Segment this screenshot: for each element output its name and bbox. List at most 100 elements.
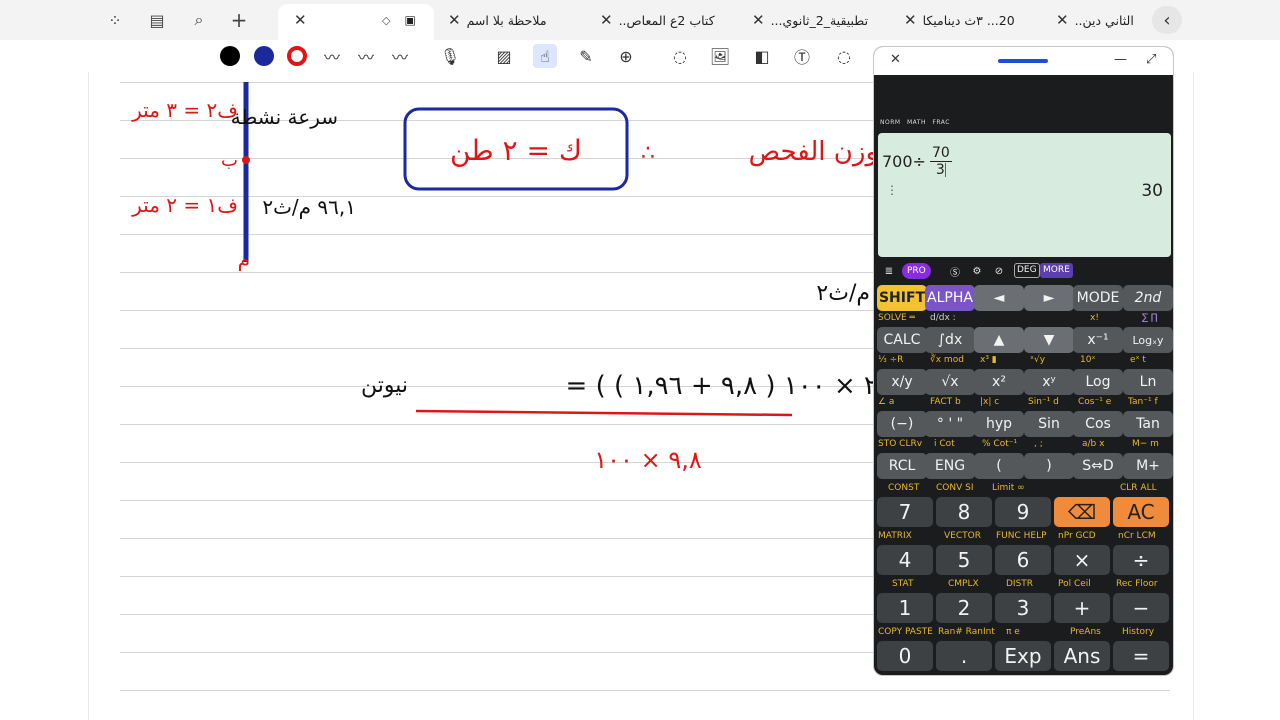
key-7[interactable]: 7 bbox=[877, 497, 933, 527]
key-1[interactable]: 1 bbox=[877, 593, 933, 623]
key-decimal[interactable]: . bbox=[936, 641, 992, 671]
close-icon[interactable]: ✕ bbox=[890, 52, 901, 67]
key-fraction[interactable]: x/y bbox=[877, 369, 927, 395]
right-margin bbox=[1194, 40, 1280, 720]
key-calc[interactable]: CALC bbox=[877, 327, 927, 353]
key-degree[interactable]: ° ' " bbox=[925, 411, 975, 437]
key-shift[interactable]: SHIFT bbox=[877, 285, 927, 311]
key-ans[interactable]: Ans bbox=[1054, 641, 1110, 671]
key-negate[interactable]: (−) bbox=[877, 411, 927, 437]
pen-icon[interactable]: 〰 bbox=[354, 44, 378, 68]
pen-color-black[interactable] bbox=[220, 46, 240, 66]
sigma-icon[interactable]: Ⓢ bbox=[946, 263, 964, 279]
key-log[interactable]: Log bbox=[1073, 369, 1123, 395]
key-9[interactable]: 9 bbox=[995, 497, 1051, 527]
more-badge[interactable]: MORE bbox=[1040, 263, 1073, 278]
close-icon[interactable]: ✕ bbox=[448, 11, 461, 29]
calculator-display[interactable]: 700÷ 70 3 ⋮ 30 bbox=[878, 133, 1171, 257]
key-logxy[interactable]: Logₓy bbox=[1123, 327, 1173, 353]
key-3[interactable]: 3 bbox=[995, 593, 1051, 623]
hatch-icon[interactable]: ▨ bbox=[492, 44, 516, 68]
key-tan[interactable]: Tan bbox=[1123, 411, 1173, 437]
key-sqrt[interactable]: √x bbox=[925, 369, 975, 395]
tab-second[interactable]: ✕ الثاني دين.. bbox=[1056, 0, 1134, 40]
key-inverse[interactable]: x⁻¹ bbox=[1073, 327, 1123, 353]
tab-applied[interactable]: ✕ تطبيقية_2_ثانوي... bbox=[752, 0, 868, 40]
key-minus[interactable]: − bbox=[1113, 593, 1169, 623]
touch-icon[interactable]: ☝ bbox=[533, 44, 557, 68]
pointer-icon[interactable]: ✎ bbox=[574, 44, 598, 68]
key-sin[interactable]: Sin bbox=[1024, 411, 1074, 437]
diamond-icon: ◇ bbox=[382, 13, 391, 27]
key-square[interactable]: x² bbox=[974, 369, 1024, 395]
key-0[interactable]: 0 bbox=[877, 641, 933, 671]
minimize-icon[interactable]: — bbox=[1114, 52, 1127, 67]
pro-badge[interactable]: PRO bbox=[902, 263, 931, 279]
gear-icon[interactable]: ⚙ bbox=[968, 263, 986, 279]
sidebar-icon[interactable]: ▤ bbox=[142, 6, 172, 34]
key-mode[interactable]: MODE bbox=[1073, 285, 1123, 311]
circle-select-icon[interactable]: ◌ bbox=[832, 44, 856, 68]
percent-icon[interactable]: ⊘ bbox=[990, 263, 1008, 279]
menu-icon[interactable]: ≣ bbox=[880, 263, 898, 279]
key-eng[interactable]: ENG bbox=[925, 453, 975, 479]
key-hyp[interactable]: hyp bbox=[974, 411, 1024, 437]
resize-icon[interactable]: ⤢ bbox=[1146, 52, 1156, 67]
key-6[interactable]: 6 bbox=[995, 545, 1051, 575]
key-ln[interactable]: Ln bbox=[1123, 369, 1173, 395]
tab-untitled-note[interactable]: ✕ ملاحظة بلا اسم bbox=[448, 0, 547, 40]
mic-icon[interactable]: 🎙 bbox=[438, 44, 462, 68]
note-equation-denominator: ٩,٨ × ١٠٠ bbox=[594, 446, 702, 474]
key-exp[interactable]: Exp bbox=[995, 641, 1051, 671]
drag-handle[interactable] bbox=[998, 59, 1048, 63]
calculator-header[interactable]: ✕ — ⤢ bbox=[874, 47, 1173, 75]
key-integral[interactable]: ∫dx bbox=[925, 327, 975, 353]
search-icon[interactable]: ⌕ bbox=[184, 6, 214, 34]
tab-book[interactable]: ✕ كتاب 2ع المعاص.. bbox=[600, 0, 715, 40]
key-close-paren[interactable]: ) bbox=[1024, 453, 1074, 479]
key-backspace[interactable]: ⌫ bbox=[1054, 497, 1110, 527]
add-icon[interactable]: + bbox=[224, 6, 254, 34]
key-open-paren[interactable]: ( bbox=[974, 453, 1024, 479]
key-cos[interactable]: Cos bbox=[1073, 411, 1123, 437]
key-4[interactable]: 4 bbox=[877, 545, 933, 575]
deg-badge[interactable]: DEG bbox=[1014, 263, 1040, 278]
pen-icon[interactable]: 〰 bbox=[388, 44, 412, 68]
key-down[interactable]: ▼ bbox=[1024, 327, 1074, 353]
key-8[interactable]: 8 bbox=[936, 497, 992, 527]
more-vert-icon[interactable]: ⋮ bbox=[886, 183, 898, 197]
key-rcl[interactable]: RCL bbox=[877, 453, 927, 479]
close-icon[interactable]: ✕ bbox=[904, 11, 917, 29]
pen-color-red[interactable] bbox=[287, 46, 307, 66]
pen-color-blue[interactable] bbox=[254, 46, 274, 66]
tab-title: 20... ٣ث ديناميكا bbox=[922, 12, 1015, 28]
zoom-icon[interactable]: ⊕ bbox=[614, 44, 638, 68]
key-up[interactable]: ▲ bbox=[974, 327, 1024, 353]
key-equals[interactable]: = bbox=[1113, 641, 1169, 671]
close-icon[interactable]: ✕ bbox=[752, 11, 765, 29]
tab-active-close[interactable]: ✕ bbox=[294, 0, 313, 40]
key-multiply[interactable]: × bbox=[1054, 545, 1110, 575]
tab-dynamics[interactable]: ✕ 20... ٣ث ديناميكا bbox=[904, 0, 1015, 40]
key-mplus[interactable]: M+ bbox=[1123, 453, 1173, 479]
key-2[interactable]: 2 bbox=[936, 593, 992, 623]
lasso-icon[interactable]: ◌ bbox=[668, 44, 692, 68]
key-alpha[interactable]: ALPHA bbox=[925, 285, 975, 311]
key-divide[interactable]: ÷ bbox=[1113, 545, 1169, 575]
key-2nd[interactable]: 2nd bbox=[1123, 285, 1173, 311]
key-right[interactable]: ► bbox=[1024, 285, 1074, 311]
key-ac[interactable]: AC bbox=[1113, 497, 1169, 527]
key-sd[interactable]: S⇔D bbox=[1073, 453, 1123, 479]
key-plus[interactable]: + bbox=[1054, 593, 1110, 623]
grid-icon[interactable]: ⁘ bbox=[100, 6, 130, 34]
pen-icon[interactable]: 〰 bbox=[320, 44, 344, 68]
close-icon[interactable]: ✕ bbox=[1056, 11, 1069, 29]
key-5[interactable]: 5 bbox=[936, 545, 992, 575]
image-icon[interactable]: 🖼 bbox=[708, 44, 732, 68]
close-icon[interactable]: ✕ bbox=[600, 11, 613, 29]
text-icon[interactable]: Ⓣ bbox=[790, 44, 814, 68]
key-left[interactable]: ◄ bbox=[974, 285, 1024, 311]
key-power[interactable]: xʸ bbox=[1024, 369, 1074, 395]
chevron-left-icon[interactable]: ‹ bbox=[1152, 6, 1182, 34]
shape-icon[interactable]: ◧ bbox=[750, 44, 774, 68]
